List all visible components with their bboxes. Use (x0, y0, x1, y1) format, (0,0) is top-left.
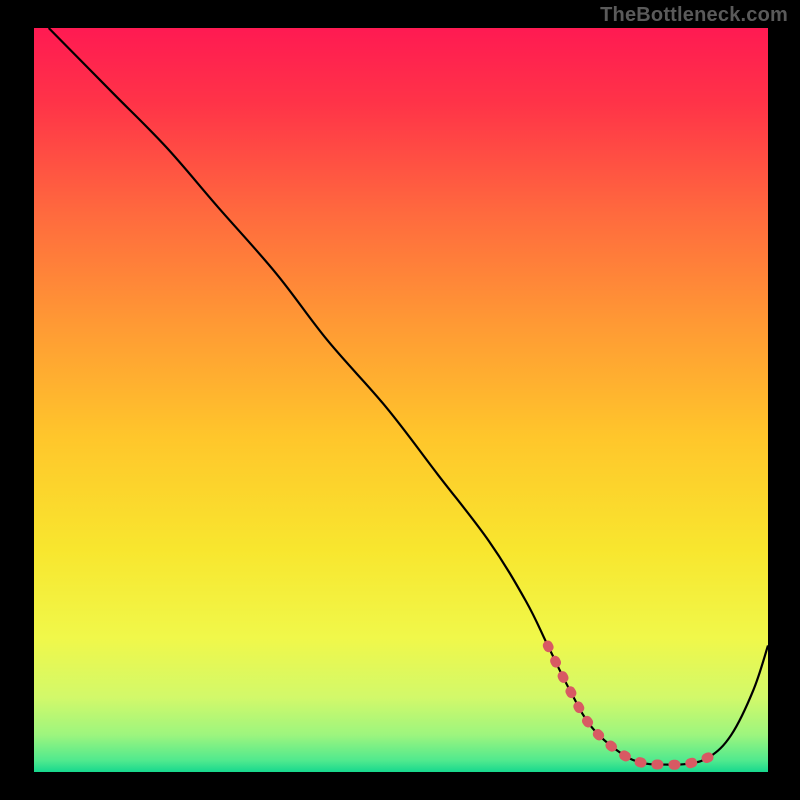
plot-gradient-area (34, 28, 768, 772)
watermark-text: TheBottleneck.com (600, 4, 788, 27)
bottleneck-chart (0, 0, 800, 800)
chart-stage: TheBottleneck.com (0, 0, 800, 800)
